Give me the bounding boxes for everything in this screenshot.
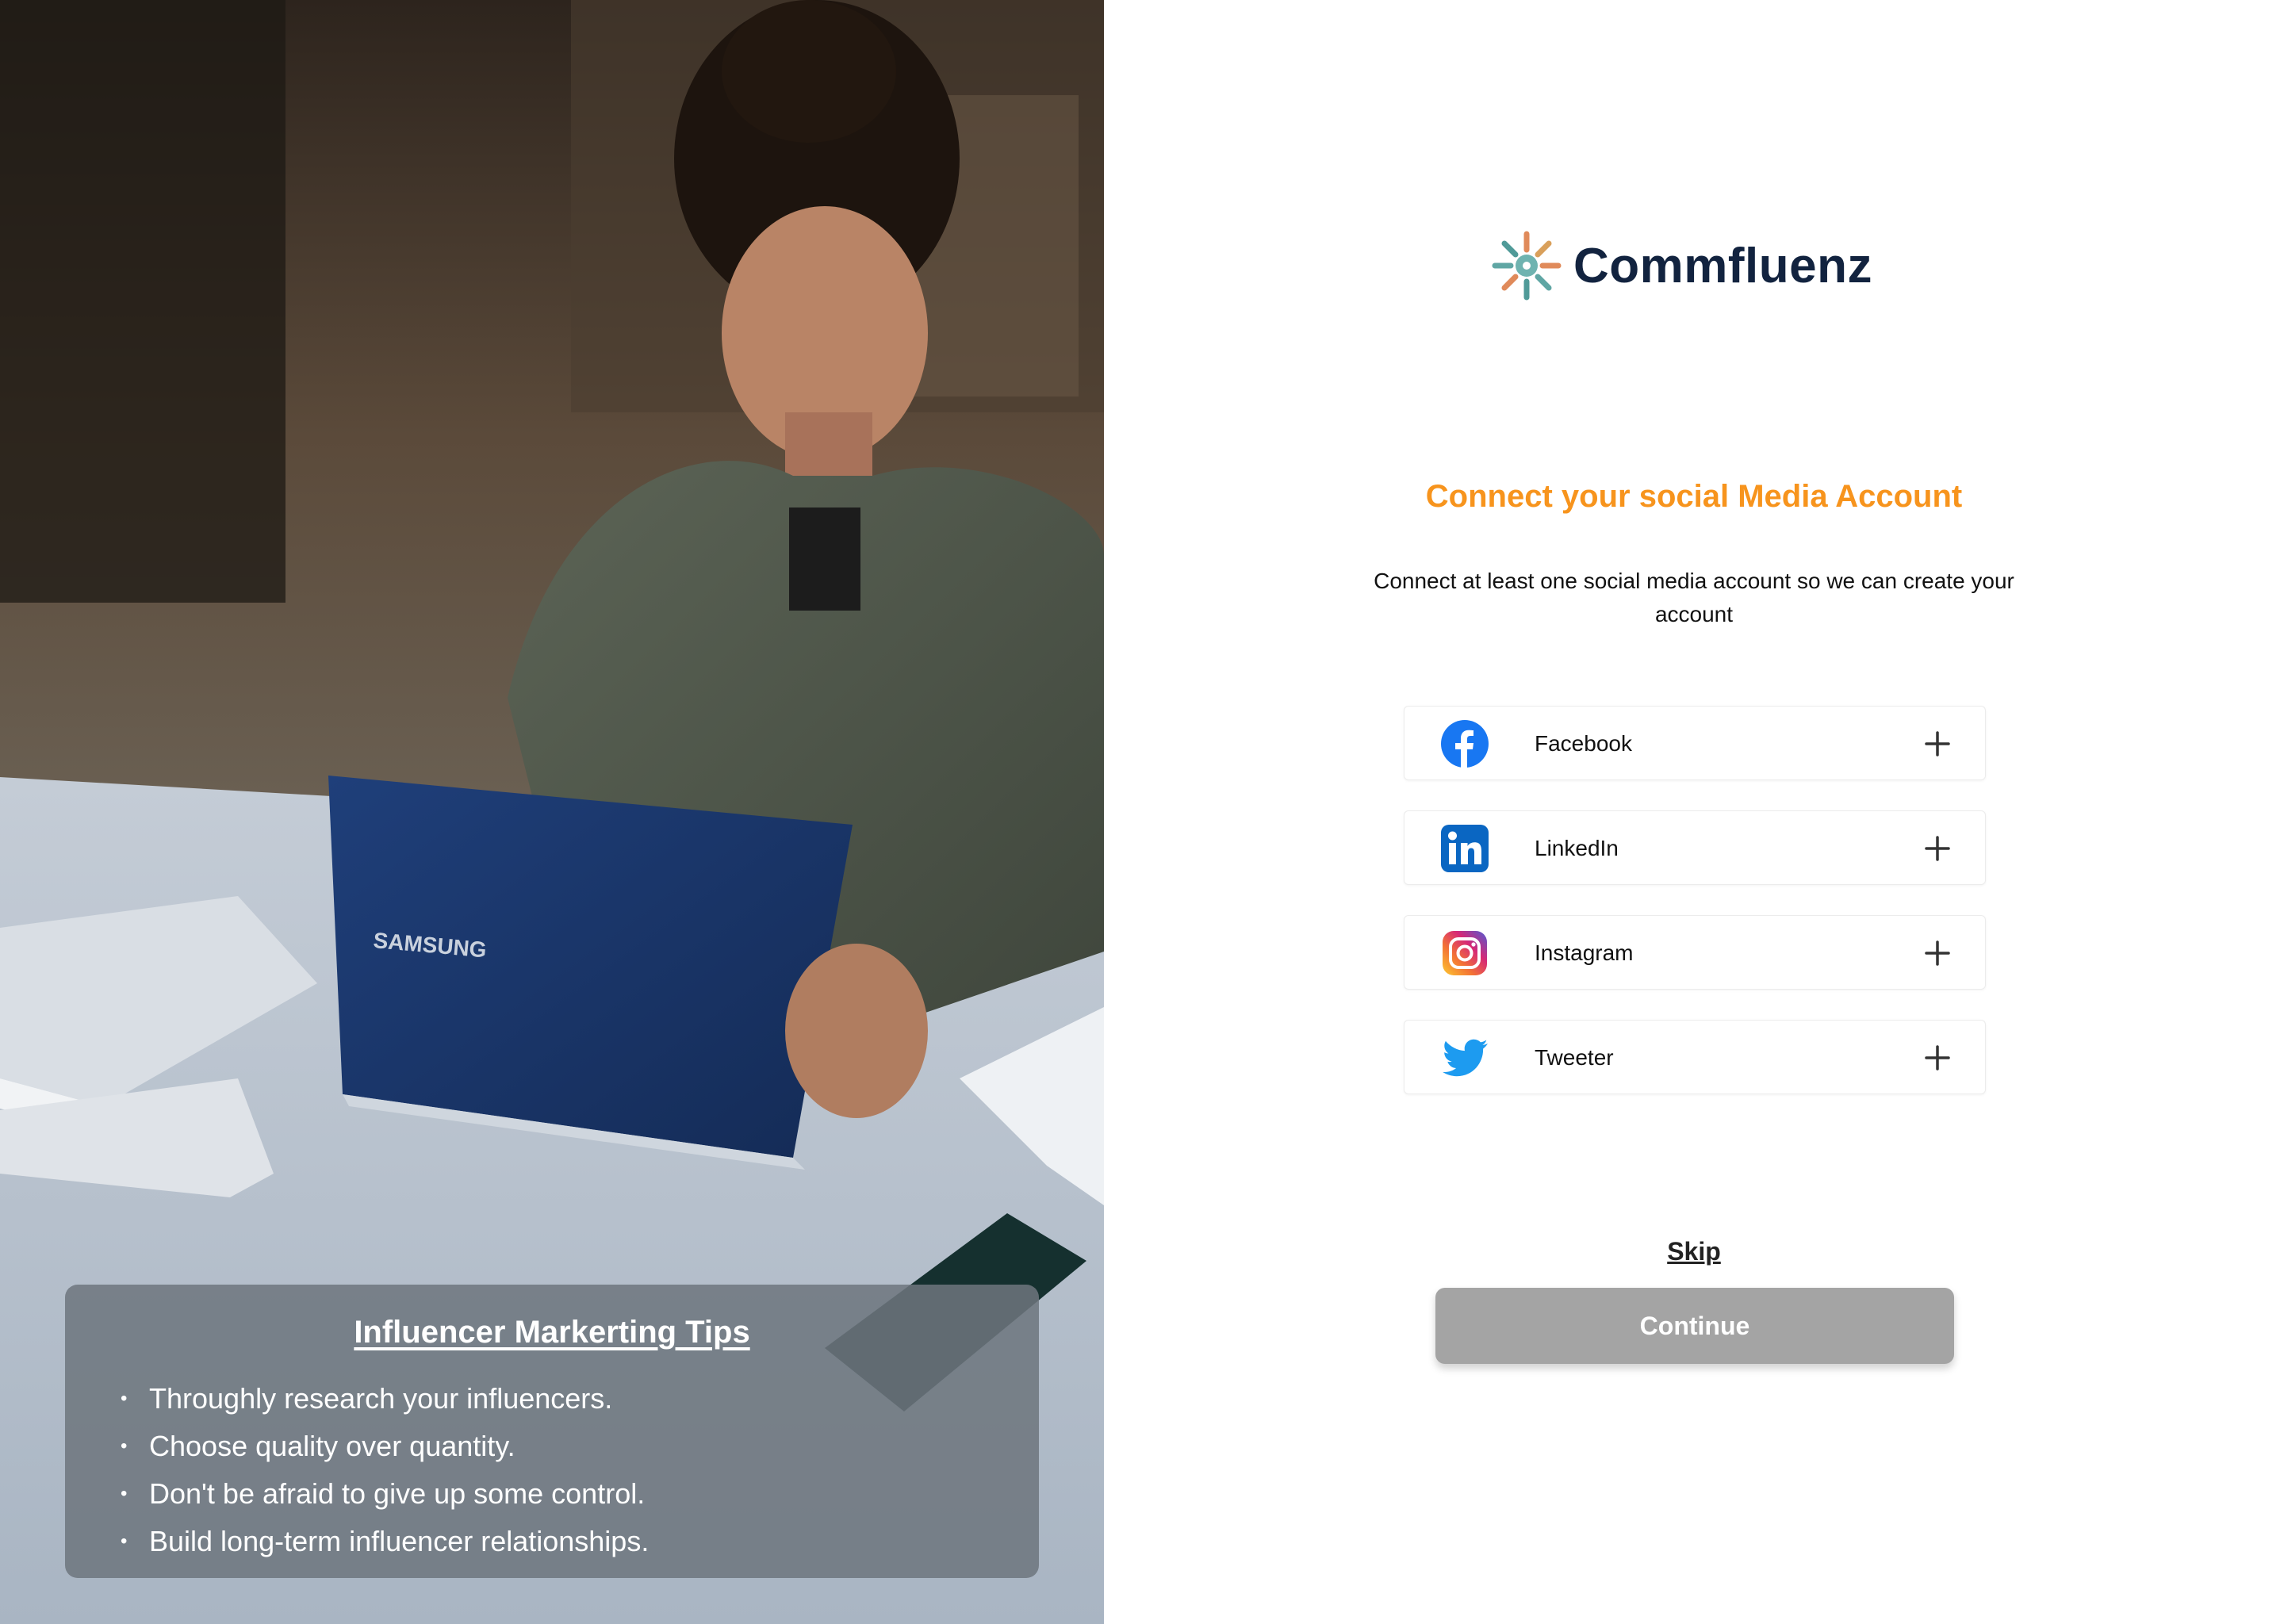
connect-instagram-row[interactable]: Instagram <box>1404 915 1986 990</box>
continue-button[interactable]: Continue <box>1435 1288 1954 1364</box>
bullet-icon: • <box>121 1483 128 1504</box>
skip-link[interactable]: Skip <box>1615 1237 1773 1266</box>
tips-list: • Throughly research your influencers. • C… <box>121 1375 649 1565</box>
twitter-icon <box>1443 1039 1488 1077</box>
bullet-icon: • <box>121 1435 128 1457</box>
social-label: Facebook <box>1535 731 1632 756</box>
tip-item: • Don't be afraid to give up some control… <box>121 1470 649 1518</box>
hero-photo-panel: SAMSUNG Influencer Markerting Tips • Thro… <box>0 0 1104 1624</box>
tips-title: Influencer Markerting Tips <box>354 1315 750 1350</box>
page-subtitle: Connect at least one social media accoun… <box>1374 569 2014 626</box>
plus-icon[interactable] <box>1918 829 1956 868</box>
brand-name: Commfluenz <box>1573 238 1872 293</box>
linkedin-icon <box>1441 825 1489 872</box>
tip-text: Don't be afraid to give up some control. <box>149 1477 646 1510</box>
page-title: Connect your social Media Account <box>1425 479 1963 514</box>
tip-item: • Build long-term influencer relationship… <box>121 1518 649 1565</box>
social-account-list: Facebook LinkedIn Instagram Tweeter <box>1404 706 1986 1094</box>
bullet-icon: • <box>121 1530 128 1552</box>
bullet-icon: • <box>121 1388 128 1409</box>
tip-text: Build long-term influencer relationships… <box>149 1525 650 1557</box>
commfluenz-logo-icon <box>1492 231 1562 301</box>
connect-facebook-row[interactable]: Facebook <box>1404 706 1986 780</box>
tips-card: Influencer Markerting Tips • Throughly re… <box>65 1285 1039 1578</box>
connect-linkedin-row[interactable]: LinkedIn <box>1404 810 1986 885</box>
instagram-icon <box>1443 931 1487 975</box>
plus-icon[interactable] <box>1918 725 1956 763</box>
social-label: Instagram <box>1535 940 1634 965</box>
tip-item: • Throughly research your influencers. <box>121 1375 649 1423</box>
plus-icon[interactable] <box>1918 934 1956 972</box>
plus-icon[interactable] <box>1918 1039 1956 1077</box>
tip-item: • Choose quality over quantity. <box>121 1423 649 1470</box>
connect-twitter-row[interactable]: Tweeter <box>1404 1020 1986 1094</box>
brand-logo: Commfluenz <box>1491 230 1872 301</box>
social-label: LinkedIn <box>1535 836 1619 860</box>
facebook-icon <box>1441 720 1489 768</box>
social-label: Tweeter <box>1535 1045 1614 1070</box>
tip-text: Choose quality over quantity. <box>149 1430 515 1462</box>
tip-text: Throughly research your influencers. <box>149 1382 613 1415</box>
